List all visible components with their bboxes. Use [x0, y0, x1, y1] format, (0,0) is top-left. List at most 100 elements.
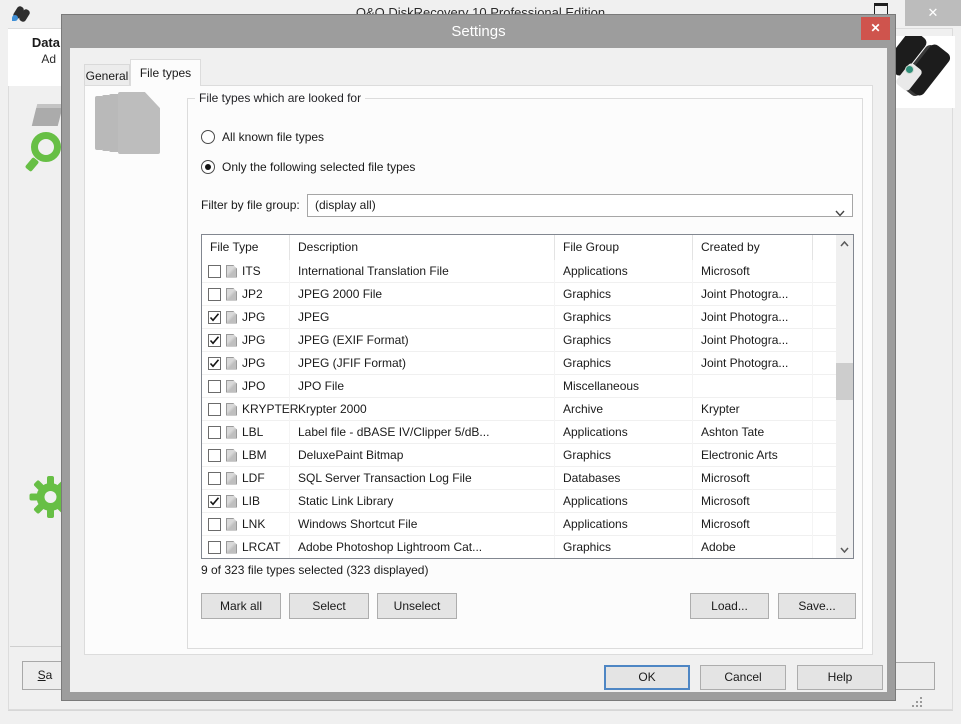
cell-file-type: LBM: [202, 443, 290, 467]
file-types-groupbox: File types which are looked for All know…: [187, 91, 863, 649]
cell-created-by: Electronic Arts: [693, 443, 813, 467]
file-page-icon: [226, 356, 237, 370]
cell-description: Adobe Photoshop Lightroom Cat...: [290, 535, 555, 558]
resize-grip[interactable]: [908, 697, 922, 711]
table-row[interactable]: LIB Static Link Library Applications Micros…: [202, 489, 838, 513]
select-button[interactable]: Select: [289, 593, 369, 619]
checkbox-checked[interactable]: [208, 356, 221, 370]
cell-file-type: LNK: [202, 512, 290, 536]
file-type-label: LDF: [242, 471, 265, 485]
radio-only-selected-file-types[interactable]: Only the following selected file types: [201, 159, 415, 175]
cell-description: JPEG: [290, 305, 555, 329]
background-help-button[interactable]: [895, 662, 935, 690]
file-type-label: JPG: [242, 333, 266, 347]
cell-file-group: Databases: [555, 466, 693, 490]
cell-filler: [813, 283, 838, 306]
cell-created-by: Ashton Tate: [693, 420, 813, 444]
column-header-description[interactable]: Description: [290, 235, 555, 260]
tab-general[interactable]: General: [84, 64, 130, 86]
file-page-icon: [226, 425, 237, 439]
file-group-dropdown[interactable]: (display all): [307, 194, 853, 217]
cell-filler: [813, 306, 838, 329]
main-window-close-button[interactable]: ✕: [905, 0, 961, 26]
scroll-up-icon[interactable]: [836, 235, 853, 252]
filter-by-file-group-label: Filter by file group:: [201, 198, 300, 212]
checkbox-unchecked[interactable]: [208, 471, 221, 485]
file-page-icon: [226, 402, 237, 416]
checkbox-unchecked[interactable]: [208, 425, 221, 439]
checkbox-unchecked[interactable]: [208, 517, 221, 531]
file-group-dropdown-value: (display all): [315, 198, 376, 212]
radio-circle-selected[interactable]: [201, 160, 215, 174]
table-row[interactable]: LBL Label file - dBASE IV/Clipper 5/dB...…: [202, 420, 838, 444]
cell-file-type: JPG: [202, 328, 290, 352]
cell-description: SQL Server Transaction Log File: [290, 466, 555, 490]
cell-file-group: Graphics: [555, 535, 693, 558]
checkbox-checked[interactable]: [208, 494, 221, 508]
table-row[interactable]: JPG JPEG Graphics Joint Photogra...: [202, 305, 838, 329]
unselect-button[interactable]: Unselect: [377, 593, 457, 619]
cell-file-group: Graphics: [555, 282, 693, 306]
cancel-button[interactable]: Cancel: [700, 665, 786, 690]
file-type-label: LIB: [242, 494, 261, 508]
column-header-created-by[interactable]: Created by: [693, 235, 813, 260]
cell-filler: [813, 490, 838, 513]
column-header-file-group[interactable]: File Group: [555, 235, 693, 260]
checkbox-checked[interactable]: [208, 333, 221, 347]
table-row[interactable]: KRYPTER Krypter 2000 Archive Krypter: [202, 397, 838, 421]
file-type-label: JPO: [242, 379, 266, 393]
file-type-label: ITS: [242, 264, 261, 278]
table-row[interactable]: LRCAT Adobe Photoshop Lightroom Cat... Gra…: [202, 535, 838, 558]
table-row[interactable]: ITS International Translation File Applica…: [202, 259, 838, 283]
table-row[interactable]: JPG JPEG (EXIF Format) Graphics Joint Photo…: [202, 328, 838, 352]
file-page-icon: [226, 517, 237, 531]
ok-button[interactable]: OK: [604, 665, 690, 690]
cell-filler: [813, 444, 838, 467]
checkbox-unchecked[interactable]: [208, 264, 221, 278]
cell-created-by: [693, 374, 813, 398]
table-row[interactable]: LBM DeluxePaint Bitmap Graphics Electronic …: [202, 443, 838, 467]
checkbox-checked[interactable]: [208, 310, 221, 324]
checkbox-unchecked[interactable]: [208, 287, 221, 301]
cell-file-group: Graphics: [555, 305, 693, 329]
table-row[interactable]: JP2 JPEG 2000 File Graphics Joint Photogra.…: [202, 282, 838, 306]
cell-created-by: Krypter: [693, 397, 813, 421]
file-type-label: JP2: [242, 287, 263, 301]
scrollbar-thumb[interactable]: [836, 363, 853, 400]
table-row[interactable]: JPO JPO File Miscellaneous: [202, 374, 838, 398]
file-table-body: ITS International Translation File Applica…: [202, 259, 838, 558]
checkbox-unchecked[interactable]: [208, 540, 221, 554]
cell-filler: [813, 513, 838, 536]
file-page-icon: [226, 333, 237, 347]
save-button[interactable]: Save...: [778, 593, 856, 619]
table-row[interactable]: LDF SQL Server Transaction Log File Databa…: [202, 466, 838, 490]
selection-status-text: 9 of 323 file types selected (323 displa…: [201, 563, 429, 577]
table-row[interactable]: LNK Windows Shortcut File Applications Micr…: [202, 512, 838, 536]
checkbox-unchecked[interactable]: [208, 402, 221, 416]
scroll-down-icon[interactable]: [836, 541, 853, 558]
cell-filler: [813, 398, 838, 421]
cell-description: Windows Shortcut File: [290, 512, 555, 536]
settings-dialog: Settings ✕ General File types File types…: [62, 15, 895, 700]
file-type-label: LBM: [242, 448, 267, 462]
cell-description: Label file - dBASE IV/Clipper 5/dB...: [290, 420, 555, 444]
table-scrollbar[interactable]: [836, 235, 853, 558]
radio-all-known-file-types[interactable]: All known file types: [201, 129, 324, 145]
radio-circle[interactable]: [201, 130, 215, 144]
cell-created-by: Joint Photogra...: [693, 328, 813, 352]
table-row[interactable]: JPG JPEG (JFIF Format) Graphics Joint Photo…: [202, 351, 838, 375]
radio-label: Only the following selected file types: [222, 160, 416, 174]
checkbox-unchecked[interactable]: [208, 448, 221, 462]
cell-filler: [813, 375, 838, 398]
file-page-icon: [226, 471, 237, 485]
maximize-icon[interactable]: [874, 3, 888, 15]
product-binoculars-image: [893, 36, 955, 108]
checkbox-unchecked[interactable]: [208, 379, 221, 393]
mark-all-button[interactable]: Mark all: [201, 593, 281, 619]
settings-close-button[interactable]: ✕: [861, 17, 890, 40]
load-button[interactable]: Load...: [690, 593, 769, 619]
help-button[interactable]: Help: [797, 665, 883, 690]
column-header-file-type[interactable]: File Type: [202, 235, 290, 260]
tab-file-types[interactable]: File types: [130, 59, 201, 86]
table-header-row: File Type Description File Group Created…: [202, 235, 838, 260]
